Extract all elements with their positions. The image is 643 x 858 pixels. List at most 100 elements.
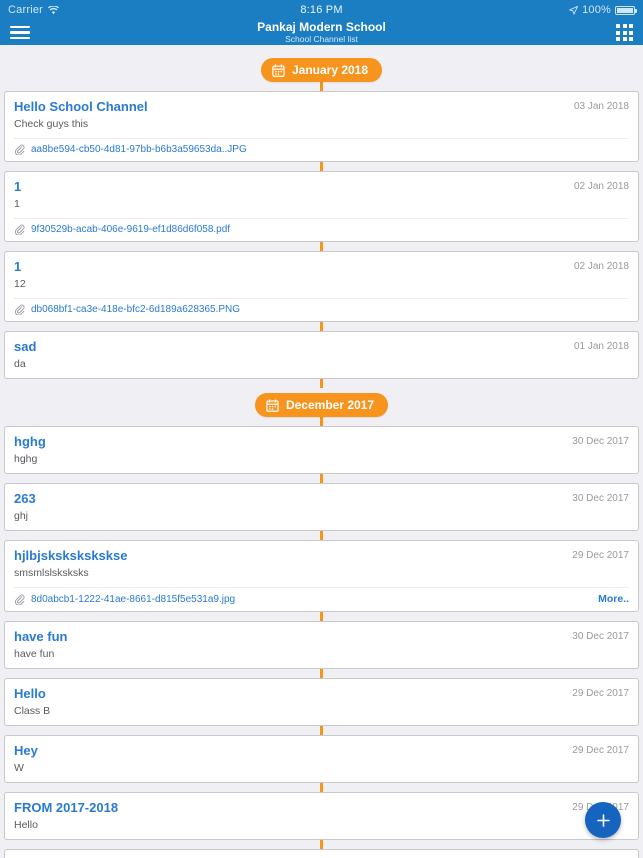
attachment-row[interactable]: 9f30529b-acab-406e-9619-ef1d86d6f058.pdf — [14, 218, 629, 235]
add-post-fab-button[interactable] — [585, 802, 621, 838]
card-body: Check guys this — [14, 118, 89, 130]
card-header: have fun 30 Dec 2017 — [14, 629, 629, 645]
timeline-card[interactable]: 263 30 Dec 2017 ghj — [4, 483, 639, 531]
card-title: 1 — [14, 179, 22, 194]
page-subtitle: School Channel list — [285, 33, 358, 44]
month-pill[interactable]: December 2017 — [254, 393, 389, 417]
wifi-icon — [48, 5, 60, 15]
card-body: ghj — [14, 510, 29, 522]
plus-icon — [596, 813, 611, 828]
timeline-card[interactable]: 1 02 Jan 2018 12 db068bf1-ca3e-418e-bfc2… — [4, 251, 639, 322]
timeline-card[interactable]: Hey 29 Dec 2017 W — [4, 735, 639, 783]
card-date: 30 Dec 2017 — [572, 436, 629, 447]
attachment-name[interactable]: 9f30529b-acab-406e-9619-ef1d86d6f058.pdf — [31, 224, 629, 235]
card-title: Hello — [14, 686, 46, 701]
card-title: FROM 2017-2018 — [14, 800, 119, 815]
timeline-card[interactable]: Hello 29 Dec 2017 Class B — [4, 678, 639, 726]
timeline-connector — [0, 82, 643, 91]
paperclip-icon — [14, 224, 31, 235]
card-title: 263 — [14, 491, 36, 506]
month-header-row: December 2017 — [0, 388, 643, 417]
card-title: 1 — [14, 259, 22, 274]
card-date: 03 Jan 2018 — [573, 101, 629, 112]
card-title: hghg — [14, 434, 46, 449]
card-header: Hey 29 Dec 2017 — [14, 743, 629, 759]
card-body: Hello — [14, 819, 38, 831]
paperclip-icon — [14, 144, 31, 155]
attachment-row[interactable]: aa8be594-cb50-4d81-97bb-b6b3a59653da..JP… — [14, 138, 629, 155]
status-bar-right: 100% — [569, 4, 637, 16]
grid-apps-icon[interactable] — [616, 24, 633, 41]
calendar-icon — [272, 63, 285, 77]
calendar-icon — [266, 398, 279, 412]
battery-full-icon — [615, 5, 637, 15]
timeline-connector — [0, 322, 643, 331]
timeline-card[interactable]: Hello School Channel 03 Jan 2018 Check g… — [4, 91, 639, 162]
card-date: 01 Jan 2018 — [573, 341, 629, 352]
card-body: da — [14, 358, 26, 370]
timeline-card[interactable]: have fun 30 Dec 2017 have fun — [4, 621, 639, 669]
month-header-row: January 2018 — [0, 53, 643, 82]
card-header: sad 01 Jan 2018 — [14, 339, 629, 355]
timeline-card[interactable]: sad 01 Jan 2018 da — [4, 331, 639, 379]
attachment-name[interactable]: aa8be594-cb50-4d81-97bb-b6b3a59653da..JP… — [31, 144, 629, 155]
card-title: hjlbjsksksksksksе — [14, 548, 128, 563]
card-header: FROM 2017-2018 29 Dec 2017 — [14, 800, 629, 816]
card-header: 1 02 Jan 2018 — [14, 179, 629, 195]
hamburger-menu-icon[interactable] — [10, 23, 30, 42]
card-title: sad — [14, 339, 37, 354]
month-label: December 2017 — [285, 398, 375, 412]
timeline-connector — [0, 840, 643, 849]
card-body: Class B — [14, 705, 51, 717]
card-header: 263 30 Dec 2017 — [14, 491, 629, 507]
timeline-connector — [0, 417, 643, 426]
nav-bar: Pankaj Modern School School Channel list — [0, 20, 643, 45]
month-label: January 2018 — [291, 63, 369, 77]
timeline-connector — [0, 474, 643, 483]
attachment-name[interactable]: 8d0abcb1-1222-41ae-8661-d815f5e531a9.jpg — [31, 594, 598, 605]
card-date: 02 Jan 2018 — [573, 181, 629, 192]
month-pill[interactable]: January 2018 — [260, 58, 383, 82]
card-date: 30 Dec 2017 — [572, 631, 629, 642]
paperclip-icon — [14, 304, 31, 315]
location-arrow-icon — [569, 5, 579, 15]
page-title: Pankaj Modern School — [257, 19, 386, 34]
card-date: 29 Dec 2017 — [572, 745, 629, 756]
attachment-name[interactable]: db068bf1-ca3e-418e-bfc2-6d189a628365.PNG — [31, 304, 629, 315]
card-body: smsmlslsksksks — [14, 567, 89, 579]
timeline-connector — [0, 242, 643, 251]
status-bar: Carrier 8:16 PM 100% — [0, 0, 643, 20]
card-date: 29 Dec 2017 — [572, 550, 629, 561]
status-bar-left: Carrier — [8, 4, 60, 16]
card-header: 1 02 Jan 2018 — [14, 259, 629, 275]
card-date: 29 Dec 2017 — [572, 688, 629, 699]
timeline-connector — [0, 531, 643, 540]
timeline-list[interactable]: January 2018 Hello School Channel 03 Jan… — [0, 45, 643, 858]
card-title: Hey — [14, 743, 38, 758]
timeline-connector — [0, 669, 643, 678]
nav-title-block: Pankaj Modern School School Channel list — [0, 20, 643, 45]
timeline-card[interactable]: 1 02 Jan 2018 1 9f30529b-acab-406e-9619-… — [4, 171, 639, 242]
card-header: Hello School Channel 03 Jan 2018 — [14, 99, 629, 115]
timeline-connector — [0, 612, 643, 621]
timeline-connector — [0, 162, 643, 171]
paperclip-icon — [14, 594, 31, 605]
card-title: Hello School Channel — [14, 99, 148, 114]
attachment-row[interactable]: db068bf1-ca3e-418e-bfc2-6d189a628365.PNG — [14, 298, 629, 315]
card-body: W — [14, 762, 24, 774]
timeline-card[interactable]: hjlbjsksksksksksе 29 Dec 2017 smsmlslsks… — [4, 540, 639, 612]
card-body: 1 — [14, 198, 20, 210]
timeline-card[interactable]: ee 28 Dec 2017 wew — [4, 849, 639, 858]
timeline-card[interactable]: hghg 30 Dec 2017 hghg — [4, 426, 639, 474]
more-link[interactable]: More.. — [598, 593, 629, 605]
card-body: hghg — [14, 453, 38, 465]
card-header: Hello 29 Dec 2017 — [14, 686, 629, 702]
card-title: have fun — [14, 629, 68, 644]
timeline-connector — [0, 783, 643, 792]
attachment-row[interactable]: 8d0abcb1-1222-41ae-8661-d815f5e531a9.jpg… — [14, 587, 629, 605]
card-header: hghg 30 Dec 2017 — [14, 434, 629, 450]
status-bar-time: 8:16 PM — [300, 4, 343, 16]
app-root: Carrier 8:16 PM 100% Pankaj Modern Schoo… — [0, 0, 643, 858]
timeline-card[interactable]: FROM 2017-2018 29 Dec 2017 Hello — [4, 792, 639, 840]
timeline-connector — [0, 379, 643, 388]
